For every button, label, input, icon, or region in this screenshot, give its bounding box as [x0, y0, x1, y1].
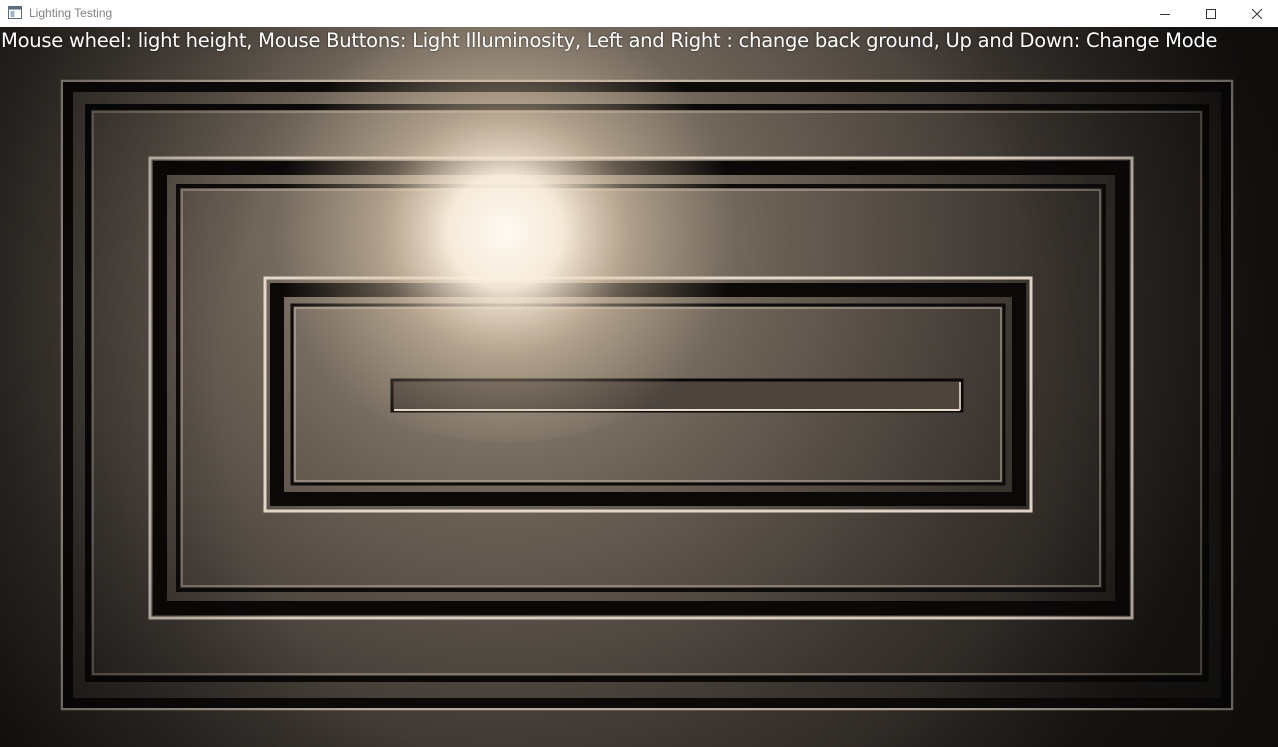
close-button[interactable] [1234, 0, 1278, 27]
render-canvas[interactable] [0, 27, 1278, 747]
close-icon [1252, 8, 1262, 19]
window-title: Lighting Testing [29, 6, 113, 20]
app-window: Lighting Testing Mouse wheel: light heig… [0, 0, 1278, 747]
maximize-button[interactable] [1188, 0, 1234, 27]
maximize-icon [1206, 8, 1216, 19]
vignette [0, 27, 1278, 747]
minimize-icon [1160, 13, 1170, 15]
help-overlay-text: Mouse wheel: light height, Mouse Buttons… [1, 29, 1218, 52]
minimize-button[interactable] [1142, 0, 1188, 27]
lit-scene [0, 27, 1278, 747]
app-window-icon [8, 6, 22, 19]
title-bar[interactable]: Lighting Testing [0, 0, 1278, 27]
